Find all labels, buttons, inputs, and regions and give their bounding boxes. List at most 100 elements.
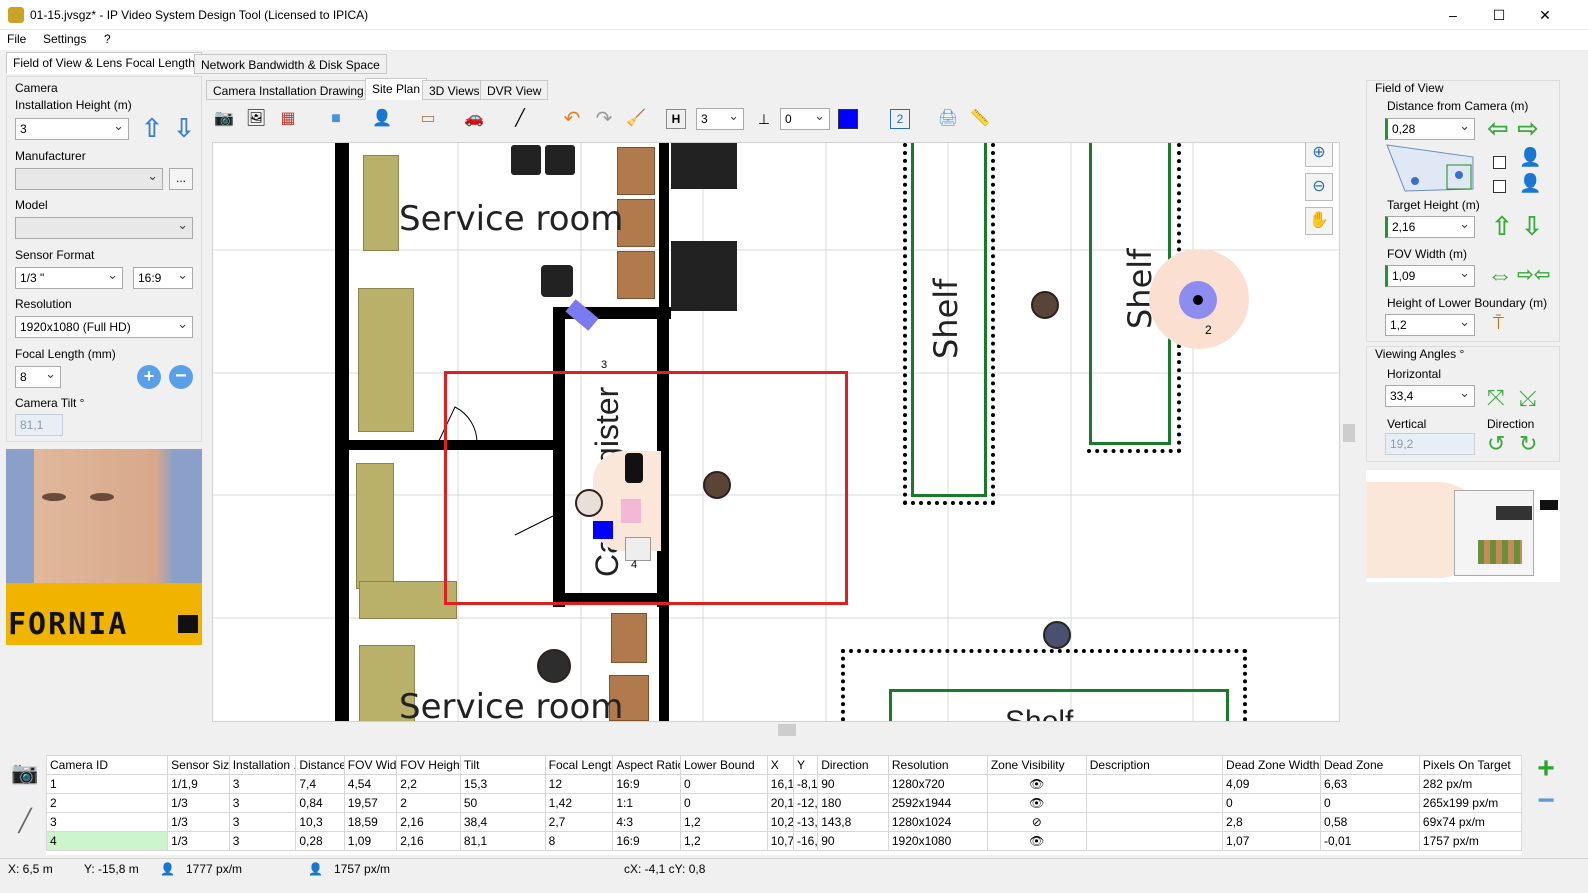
- fov-widen-icon[interactable]: ⇔: [1487, 262, 1513, 288]
- distance-select[interactable]: 0,28: [1385, 118, 1475, 140]
- rotate-right-icon[interactable]: ↻: [1519, 431, 1537, 457]
- manufacturer-select[interactable]: [15, 168, 163, 190]
- column-header[interactable]: Zone Visibility: [986, 755, 1087, 775]
- column-header[interactable]: Sensor Size: [167, 755, 230, 775]
- redo-icon[interactable]: ↷: [592, 107, 616, 131]
- maximize-button[interactable]: ☐: [1476, 0, 1522, 30]
- column-header[interactable]: Direction: [817, 755, 889, 775]
- table-row[interactable]: 21/330,8419,572501,421:1020,1-12,8180259…: [46, 793, 1522, 813]
- column-header[interactable]: Distance: [295, 755, 345, 775]
- zoom-out-icon[interactable]: ⊖: [1305, 173, 1333, 201]
- column-header[interactable]: FOV Width: [343, 755, 398, 775]
- remove-camera-icon[interactable]: −: [1532, 786, 1560, 816]
- table-cell: 2: [396, 793, 461, 813]
- expand-angle-icon[interactable]: ⤧: [1487, 385, 1505, 411]
- shrink-angle-icon[interactable]: ⤩: [1519, 385, 1537, 411]
- resolution-select[interactable]: 1920x1080 (Full HD): [15, 316, 193, 338]
- menu-help[interactable]: ?: [104, 32, 111, 46]
- fov-width-select[interactable]: 1,09: [1385, 265, 1475, 287]
- minimize-button[interactable]: –: [1430, 0, 1476, 30]
- vertical-scrollbar[interactable]: [1341, 142, 1358, 722]
- table-cell: 10,2: [766, 812, 795, 832]
- tab-camera-installation-drawing[interactable]: Camera Installation Drawing: [206, 80, 371, 100]
- column-header[interactable]: Dead Zone: [1319, 755, 1420, 775]
- table-row[interactable]: 1 1/1,9 3 7,4 4,54 2,2 15,3 12 16:9 0 16,1 -8,1 90 12…: [46, 774, 1522, 794]
- column-header[interactable]: Pixels On Target: [1418, 755, 1522, 775]
- focal-length-select[interactable]: 8: [15, 366, 61, 388]
- height-select[interactable]: 3: [696, 108, 744, 130]
- show-person-checkbox[interactable]: [1493, 156, 1506, 169]
- print-icon[interactable]: 🖨: [936, 107, 960, 131]
- column-header[interactable]: Installation ...: [228, 755, 297, 775]
- pan-hand-icon[interactable]: ✋: [1305, 207, 1333, 235]
- layer-button[interactable]: 2: [890, 109, 910, 129]
- zoom-in-icon[interactable]: ⊕: [1305, 143, 1333, 167]
- zone-visibility-icon[interactable]: 👁: [986, 831, 1087, 851]
- bench-tool-icon[interactable]: ▭: [416, 107, 440, 131]
- column-header[interactable]: Tilt: [459, 755, 546, 775]
- zone-visibility-icon[interactable]: ⊘: [986, 812, 1087, 832]
- clear-icon[interactable]: 🧹: [624, 107, 648, 131]
- column-header[interactable]: Lower Bound: [679, 755, 768, 775]
- raise-height-icon[interactable]: ⇧: [141, 115, 163, 141]
- status-ppm-1: 1777 px/m: [186, 862, 243, 876]
- sensor-format-select[interactable]: 1/3 ": [15, 267, 123, 289]
- distance-decrease-icon[interactable]: ⇦: [1487, 115, 1509, 141]
- fov-narrow-icon[interactable]: ⇨⇦: [1517, 262, 1551, 288]
- show-target-checkbox[interactable]: [1493, 180, 1506, 193]
- tab-network-bandwidth[interactable]: Network Bandwidth & Disk Space: [194, 54, 387, 74]
- car-tool-icon[interactable]: 🚗: [462, 107, 486, 131]
- column-header[interactable]: Focal Length: [544, 755, 614, 775]
- level-select[interactable]: 0: [780, 108, 830, 130]
- target-down-icon[interactable]: ⇩: [1521, 213, 1543, 239]
- target-up-icon[interactable]: ⇧: [1491, 213, 1513, 239]
- undo-icon[interactable]: ↶: [560, 107, 584, 131]
- zone-visibility-icon[interactable]: 👁: [986, 793, 1087, 813]
- table-row[interactable]: 41/330,281,092,1681,1816:91,210,7-16,690…: [46, 831, 1522, 851]
- column-header[interactable]: Aspect Ratio: [612, 755, 681, 775]
- add-camera-icon[interactable]: +: [1532, 754, 1560, 784]
- person-tool-icon[interactable]: 👤: [370, 107, 394, 131]
- selection-rectangle[interactable]: [444, 371, 848, 605]
- column-header[interactable]: X: [766, 755, 795, 775]
- column-header[interactable]: Y: [792, 755, 819, 775]
- column-header[interactable]: Camera ID: [46, 755, 169, 775]
- menu-file[interactable]: File: [7, 32, 26, 46]
- aspect-ratio-select[interactable]: 16:9: [133, 267, 193, 289]
- image-tool-icon[interactable]: 🖼: [244, 107, 268, 131]
- column-header[interactable]: FOV Height: [396, 755, 461, 775]
- distance-increase-icon[interactable]: ⇨: [1517, 115, 1539, 141]
- zoom-in-lens-icon[interactable]: +: [137, 365, 161, 389]
- close-button[interactable]: ✕: [1522, 0, 1568, 30]
- column-header[interactable]: Description: [1085, 755, 1224, 775]
- horizontal-angle-select[interactable]: 33,4: [1385, 385, 1475, 407]
- site-plan-canvas[interactable]: Service room Service room Cash register …: [212, 142, 1340, 722]
- measure-icon[interactable]: 📏: [968, 107, 992, 131]
- tab-site-plan[interactable]: Site Plan: [365, 78, 428, 100]
- column-header[interactable]: Resolution: [887, 755, 988, 775]
- install-height-select[interactable]: 3: [15, 118, 129, 140]
- manufacturer-browse-button[interactable]: ...: [169, 168, 193, 190]
- zone-visibility-icon[interactable]: 👁: [986, 774, 1087, 794]
- target-height-select[interactable]: 2,16: [1385, 216, 1475, 238]
- model-select[interactable]: [15, 217, 193, 239]
- rectangle-tool-icon[interactable]: ■: [324, 107, 348, 131]
- zoom-out-lens-icon[interactable]: −: [169, 365, 193, 389]
- lower-boundary-select[interactable]: 1,2: [1385, 314, 1475, 336]
- horizontal-scrollbar[interactable]: [212, 722, 1358, 739]
- lower-height-icon[interactable]: ⇩: [173, 115, 195, 141]
- tab-dvr-view[interactable]: DVR View: [480, 80, 549, 100]
- color-picker[interactable]: [838, 109, 858, 129]
- tab-field-of-view[interactable]: Field of View & Lens Focal Length: [6, 52, 202, 74]
- camera-list-icon[interactable]: 📷: [8, 760, 42, 796]
- camera-2-icon[interactable]: [1179, 281, 1217, 319]
- line-list-icon[interactable]: ╱: [8, 808, 42, 844]
- menu-settings[interactable]: Settings: [43, 32, 86, 46]
- table-row[interactable]: 31/3310,318,592,1638,42,74:31,210,2-13,4…: [46, 812, 1522, 832]
- camera-tool-icon[interactable]: 📷: [212, 107, 236, 131]
- tab-3d-views[interactable]: 3D Views: [422, 80, 487, 100]
- wall-tool-icon[interactable]: ▦: [276, 107, 300, 131]
- line-tool-icon[interactable]: ╱: [508, 107, 532, 131]
- column-header[interactable]: Dead Zone Width: [1222, 755, 1321, 775]
- rotate-left-icon[interactable]: ↺: [1487, 431, 1505, 457]
